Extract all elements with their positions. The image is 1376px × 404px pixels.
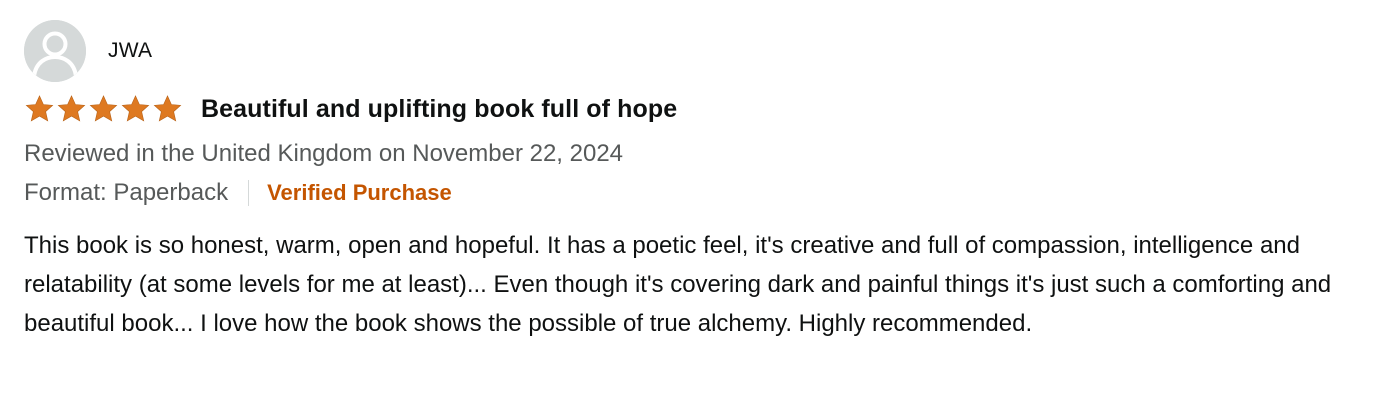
review-title-row: Beautiful and uplifting book full of hop… bbox=[24, 94, 677, 124]
review-card: JWA Beautiful and uplifting book full of… bbox=[0, 0, 1376, 404]
star-icon bbox=[57, 95, 86, 122]
user-silhouette-icon bbox=[24, 20, 86, 82]
star-icon bbox=[153, 95, 182, 122]
avatar[interactable] bbox=[24, 20, 86, 82]
star-icon bbox=[121, 95, 150, 122]
reviewer-profile[interactable]: JWA bbox=[24, 20, 152, 82]
star-rating[interactable] bbox=[24, 94, 183, 124]
verified-purchase-badge: Verified Purchase bbox=[267, 180, 452, 205]
divider bbox=[248, 180, 250, 206]
review-format-row: Format: Paperback Verified Purchase bbox=[24, 179, 452, 207]
star-icon bbox=[25, 95, 54, 122]
review-date: Reviewed in the United Kingdom on Novemb… bbox=[24, 140, 624, 167]
star-icon bbox=[89, 95, 118, 122]
format-label[interactable]: Format: Paperback bbox=[24, 179, 228, 207]
review-body: This book is so honest, warm, open and h… bbox=[24, 232, 1332, 337]
review-title[interactable]: Beautiful and uplifting book full of hop… bbox=[201, 95, 677, 124]
reviewer-name[interactable]: JWA bbox=[108, 39, 152, 63]
